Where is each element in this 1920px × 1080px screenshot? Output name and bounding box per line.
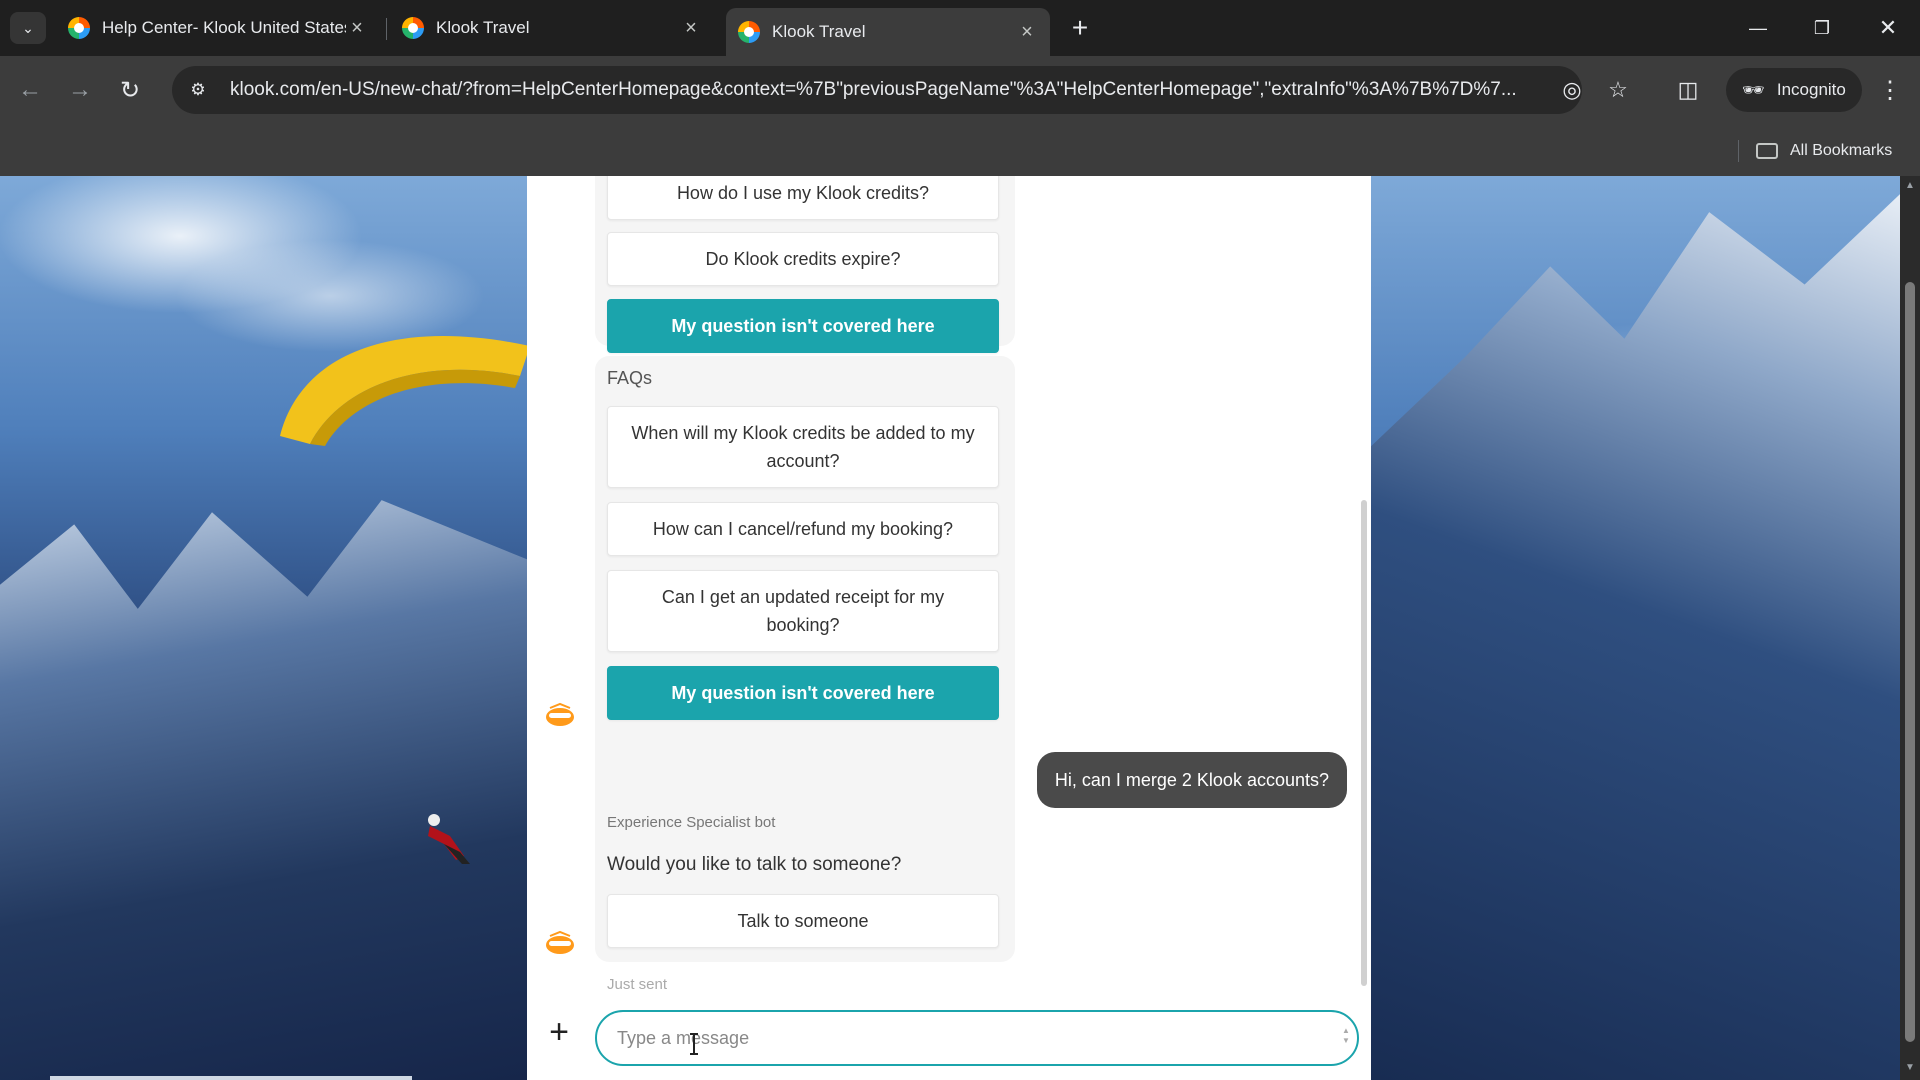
folder-icon [1756,143,1778,159]
side-panel-icon[interactable]: ◫ [1672,74,1704,106]
message-input[interactable] [595,1010,1359,1066]
more-vertical-icon: ⋮ [1878,76,1902,104]
minimize-button[interactable]: — [1736,10,1780,46]
tab-search-button[interactable]: ⌄ [10,12,46,44]
forward-button[interactable]: → [62,72,98,108]
question-not-covered-button[interactable]: My question isn't covered here [607,666,999,720]
klook-favicon-icon [738,21,760,43]
reload-icon: ↻ [119,76,141,104]
url-text[interactable]: klook.com/en-US/new-chat/?from=HelpCente… [230,79,1560,101]
back-button[interactable]: ← [12,72,48,108]
input-resize-icon: ▲ ▼ [1342,1026,1350,1045]
faq-option[interactable]: How can I cancel/refund my booking? [607,502,999,556]
page-progress-line [50,1076,412,1080]
page-scrollbar[interactable]: ▲ ▼ [1900,176,1920,1080]
bot-message-text: Would you like to talk to someone? [607,854,902,875]
new-tab-button[interactable]: + [1064,12,1096,44]
bookmarks-separator [1738,140,1739,162]
chat-panel: How do I use my Klook credits? Do Klook … [527,176,1371,1080]
tab-help-center[interactable]: Help Center- Klook United States × [56,8,380,48]
plus-icon: + [1071,12,1089,43]
tab-separator [386,18,387,40]
eye-off-icon[interactable]: ◎ [1556,74,1588,106]
page-viewport: How do I use my Klook credits? Do Klook … [0,176,1920,1080]
close-icon[interactable]: × [680,17,702,39]
address-bar[interactable]: ⚙ klook.com/en-US/new-chat/?from=HelpCen… [172,66,1582,114]
chat-scrollbar-thumb[interactable] [1361,500,1367,986]
all-bookmarks-label: All Bookmarks [1790,142,1893,159]
faq-option[interactable]: Can I get an updated receipt for my book… [607,570,999,652]
background-mountain-left [0,500,530,1080]
arrow-right-icon: → [68,76,92,103]
site-settings-icon[interactable]: ⚙ [186,78,210,102]
restore-button[interactable]: ❐ [1800,10,1844,46]
tab-klook-travel[interactable]: Klook Travel × [390,8,714,48]
close-icon: ✕ [1878,15,1898,40]
bot-avatar [546,930,574,954]
scroll-up-icon[interactable]: ▲ [1904,180,1916,192]
browser-menu-button[interactable]: ⋮ [1872,72,1908,108]
tab-klook-travel-active[interactable]: Klook Travel × [726,8,1050,56]
chevron-down-icon: ⌄ [22,19,34,36]
question-not-covered-button[interactable]: My question isn't covered here [607,299,999,353]
plus-icon: + [549,1012,569,1051]
reload-button[interactable]: ↻ [112,72,148,108]
user-message-bubble: Hi, can I merge 2 Klook accounts? [1036,752,1347,808]
scroll-down-icon[interactable]: ▼ [1904,1062,1916,1074]
bookmarks-bar: All Bookmarks [0,126,1920,176]
browser-toolbar: ← → ↻ ⚙ klook.com/en-US/new-chat/?from=H… [0,56,1920,176]
text-cursor-icon [690,1033,698,1055]
klook-favicon-icon [68,17,90,39]
all-bookmarks-button[interactable]: All Bookmarks [1756,134,1892,168]
close-icon[interactable]: × [346,17,368,39]
bot-name-label: Experience Specialist bot [607,814,776,831]
quick-reply-option[interactable]: Do Klook credits expire? [607,232,999,286]
attach-button[interactable]: + [543,1013,575,1051]
incognito-label: Incognito [1776,80,1846,99]
faq-option[interactable]: When will my Klook credits be added to m… [607,406,999,488]
incognito-indicator[interactable]: 🕶 Incognito [1726,68,1862,112]
arrow-left-icon: ← [18,76,42,103]
paraglider-pilot-image [428,814,470,864]
faq-heading: FAQs [607,368,653,388]
page-scrollbar-thumb[interactable] [1905,282,1915,1042]
restore-icon: ❐ [1813,17,1831,38]
klook-favicon-icon [402,17,424,39]
close-icon[interactable]: × [1016,21,1038,43]
tab-strip: ⌄ Help Center- Klook United States × Klo… [0,0,1920,56]
tab-title: Klook Travel [436,18,530,37]
tab-title: Klook Travel [772,22,866,41]
bot-avatar [546,702,574,726]
message-timestamp: Just sent [607,976,668,993]
close-window-button[interactable]: ✕ [1866,10,1910,46]
paraglider-wing-image [280,336,530,446]
incognito-icon: 🕶 [1742,79,1765,100]
talk-to-someone-button[interactable]: Talk to someone [607,894,999,948]
star-icon[interactable]: ☆ [1602,74,1634,106]
quick-reply-option[interactable]: How do I use my Klook credits? [607,176,999,220]
minimize-icon: — [1749,17,1767,38]
tab-title: Help Center- Klook United States [102,18,346,37]
